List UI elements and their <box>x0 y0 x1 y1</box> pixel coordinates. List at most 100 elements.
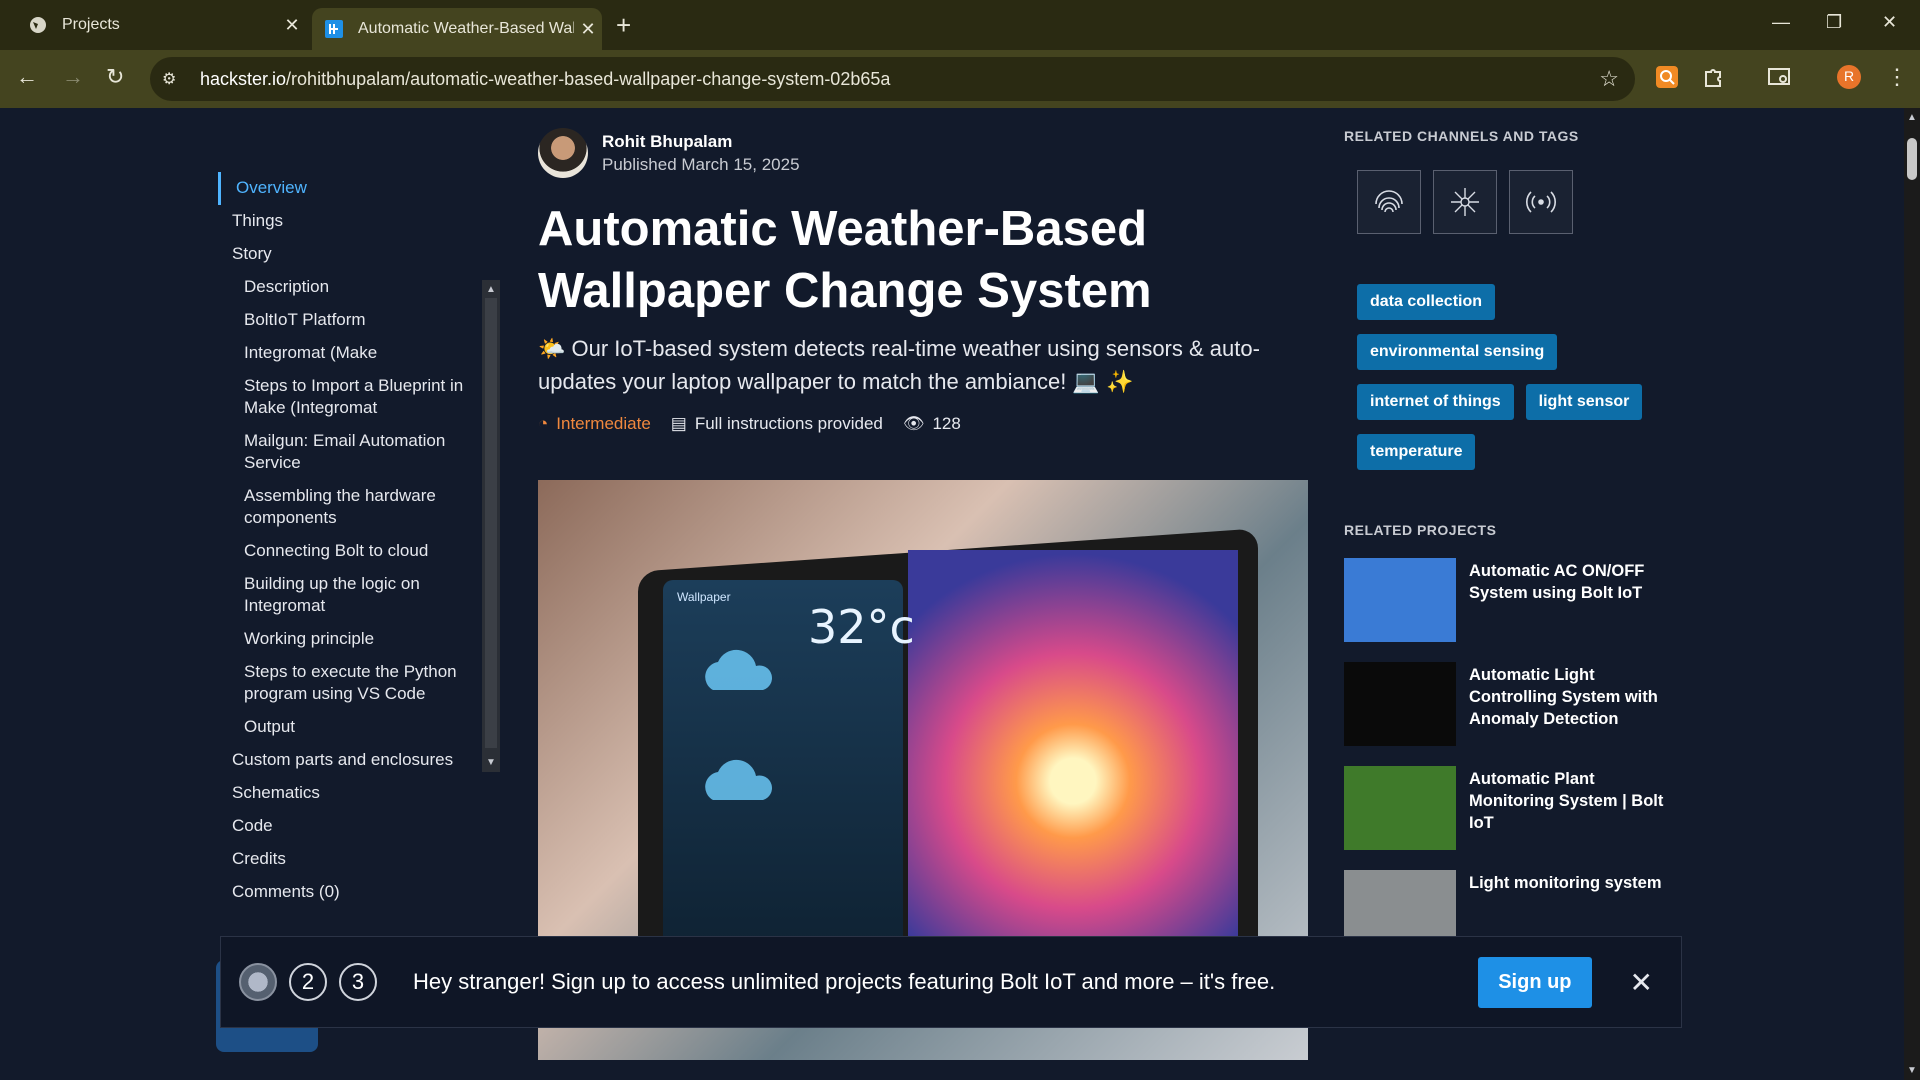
page-content: Overview Things Story Description BoltIoT Pl… <box>0 108 1904 1080</box>
tag-chip[interactable]: temperature <box>1357 434 1476 470</box>
author-name[interactable]: Rohit Bhupalam <box>602 132 800 152</box>
toc-item[interactable]: Integromat (Make <box>218 337 508 370</box>
difficulty-gauge-icon: ◔ <box>538 414 549 433</box>
signup-banner: 2 3 Hey stranger! Sign up to access unli… <box>220 936 1682 1028</box>
related-project-item[interactable]: Automatic Light Controlling System with … <box>1344 662 1684 746</box>
page-scrollbar[interactable]: ▲ ▼ <box>1904 108 1920 1080</box>
tab-title: Automatic Weather-Based Wall <box>358 20 574 37</box>
step-bubble-2: 2 <box>289 963 327 1001</box>
tag-chip[interactable]: environmental sensing <box>1357 334 1558 370</box>
author-avatar[interactable] <box>538 128 588 178</box>
profile-initial: R <box>1843 68 1855 84</box>
tag-list: data collection environmental sensing inte… <box>1357 284 1687 470</box>
project-thumbnail[interactable] <box>1344 558 1456 642</box>
right-sidebar: RELATED CHANNELS AND TAGS data collectio… <box>1344 108 1684 954</box>
published-date: Published March 15, 2025 <box>602 154 800 174</box>
toc-item[interactable]: Working principle <box>218 623 508 656</box>
project-thumbnail[interactable] <box>1344 766 1456 850</box>
toc-item[interactable]: Description <box>218 271 508 304</box>
related-projects-heading: RELATED PROJECTS <box>1344 522 1497 538</box>
eye-icon: 👁 <box>902 414 925 433</box>
forward-icon[interactable]: → <box>62 64 84 90</box>
project-subtitle: 🌤️ Our IoT-based system detects real-tim… <box>538 336 1260 394</box>
cloud-icon <box>705 759 772 800</box>
toc-item[interactable]: Credits <box>218 843 508 876</box>
toc-item[interactable]: Output <box>218 711 508 744</box>
wallpaper-illustration <box>908 550 1238 970</box>
site-info-icon[interactable]: ⚙ <box>162 69 186 89</box>
related-project-item[interactable]: Automatic AC ON/OFF System using Bolt Io… <box>1344 558 1684 642</box>
back-icon[interactable]: ← <box>16 64 38 90</box>
instructions-label: Full instructions provided <box>694 414 883 433</box>
toc-item[interactable]: Story <box>218 238 508 271</box>
toc-item[interactable]: Steps to execute the Python program usin… <box>218 656 508 711</box>
tab-title: Projects <box>62 16 120 33</box>
temperature-readout: 32°c <box>808 600 915 654</box>
toc-scrollbar[interactable]: ▲ ▼ <box>482 280 500 772</box>
avatar <box>239 963 277 1001</box>
network-icon[interactable] <box>1433 170 1497 234</box>
project-title[interactable]: Automatic AC ON/OFF System using Bolt Io… <box>1469 560 1684 642</box>
restore-icon[interactable]: ❐ <box>1826 12 1842 33</box>
browser-tab-strip: Projects ✕ Automatic Weather-Based Wall … <box>0 0 1920 50</box>
fingerprint-icon[interactable] <box>1357 170 1421 234</box>
project-title[interactable]: Automatic Plant Monitoring System | Bolt… <box>1469 768 1684 850</box>
close-tab-icon[interactable]: ✕ <box>278 15 306 36</box>
close-icon[interactable]: ✕ <box>1630 966 1653 999</box>
author-block: Rohit Bhupalam Published March 15, 2025 <box>538 128 800 178</box>
difficulty-label: Intermediate <box>556 414 651 433</box>
channel-list <box>1357 170 1684 234</box>
tab-article[interactable]: Automatic Weather-Based Wall ✕ <box>312 8 602 50</box>
channels-heading: RELATED CHANNELS AND TAGS <box>1344 128 1579 144</box>
toc-item[interactable]: Building up the logic on Integromat <box>218 568 508 623</box>
minimize-icon[interactable]: — <box>1772 12 1790 33</box>
toc-scroll-thumb[interactable] <box>485 298 497 748</box>
step-bubble-3: 3 <box>339 963 377 1001</box>
table-of-contents: Overview Things Story Description BoltIoT Pl… <box>218 172 508 909</box>
url-path: /rohitbhupalam/automatic-weather-based-w… <box>286 68 891 89</box>
signup-message: Hey stranger! Sign up to access unlimite… <box>413 969 1276 994</box>
tab-projects[interactable]: Projects ✕ <box>16 8 306 42</box>
toc-item[interactable]: BoltIoT Platform <box>218 304 508 337</box>
toc-item[interactable]: Custom parts and enclosures <box>218 744 508 777</box>
close-tab-icon[interactable]: ✕ <box>574 19 602 40</box>
wireless-signal-icon[interactable] <box>1509 170 1573 234</box>
tag-chip[interactable]: data collection <box>1357 284 1496 320</box>
menu-kebab-icon[interactable]: ⋮ <box>1886 64 1908 90</box>
page-scroll-thumb[interactable] <box>1907 138 1917 180</box>
project-title[interactable]: Automatic Light Controlling System with … <box>1469 664 1684 746</box>
toc-item[interactable]: Things <box>218 205 508 238</box>
toc-item[interactable]: Connecting Bolt to cloud <box>218 535 508 568</box>
hackster-logo-icon <box>324 19 344 39</box>
bookmark-star-icon[interactable]: ☆ <box>1599 66 1619 92</box>
extensions-puzzle-icon[interactable] <box>1702 66 1724 93</box>
signup-button[interactable]: Sign up <box>1478 956 1592 1008</box>
globe-icon <box>28 15 48 35</box>
new-tab-button[interactable]: + <box>616 10 631 41</box>
toc-item[interactable]: Steps to Import a Blueprint in Make (Int… <box>218 370 508 425</box>
extension-search-icon[interactable] <box>1656 66 1678 93</box>
cloud-icon <box>705 649 772 690</box>
project-thumbnail[interactable] <box>1344 662 1456 746</box>
toc-item[interactable]: Schematics <box>218 777 508 810</box>
related-project-item[interactable]: Automatic Plant Monitoring System | Bolt… <box>1344 766 1684 850</box>
view-count: 128 <box>932 414 961 433</box>
reload-icon[interactable]: ↻ <box>106 64 124 90</box>
profile-avatar[interactable]: R <box>1836 64 1862 95</box>
toc-item[interactable]: Comments (0) <box>218 876 508 909</box>
toc-item[interactable]: Assembling the hardware components <box>218 480 508 535</box>
address-bar-row: ← → ↻ ⚙ hackster.io/rohitbhupalam/automa… <box>0 50 1920 108</box>
hero-label: Wallpaper <box>677 590 731 604</box>
page-title: Automatic Weather-Based Wallpaper Change… <box>538 202 1152 318</box>
url-host: hackster.io <box>200 68 287 89</box>
tag-chip[interactable]: light sensor <box>1525 384 1643 420</box>
document-icon: ▤ <box>670 414 687 433</box>
toc-item[interactable]: Code <box>218 810 508 843</box>
toc-item[interactable]: Mailgun: Email Automation Service <box>218 425 508 480</box>
tab-search-icon[interactable] <box>1768 66 1792 93</box>
tag-chip[interactable]: internet of things <box>1357 384 1514 420</box>
toc-item[interactable]: Overview <box>218 172 508 205</box>
close-window-icon[interactable]: ✕ <box>1882 12 1897 33</box>
url-field[interactable]: ⚙ hackster.io/rohitbhupalam/automatic-we… <box>150 57 1635 101</box>
project-meta: ◔ Intermediate ▤ Full instructions provi… <box>538 414 961 434</box>
